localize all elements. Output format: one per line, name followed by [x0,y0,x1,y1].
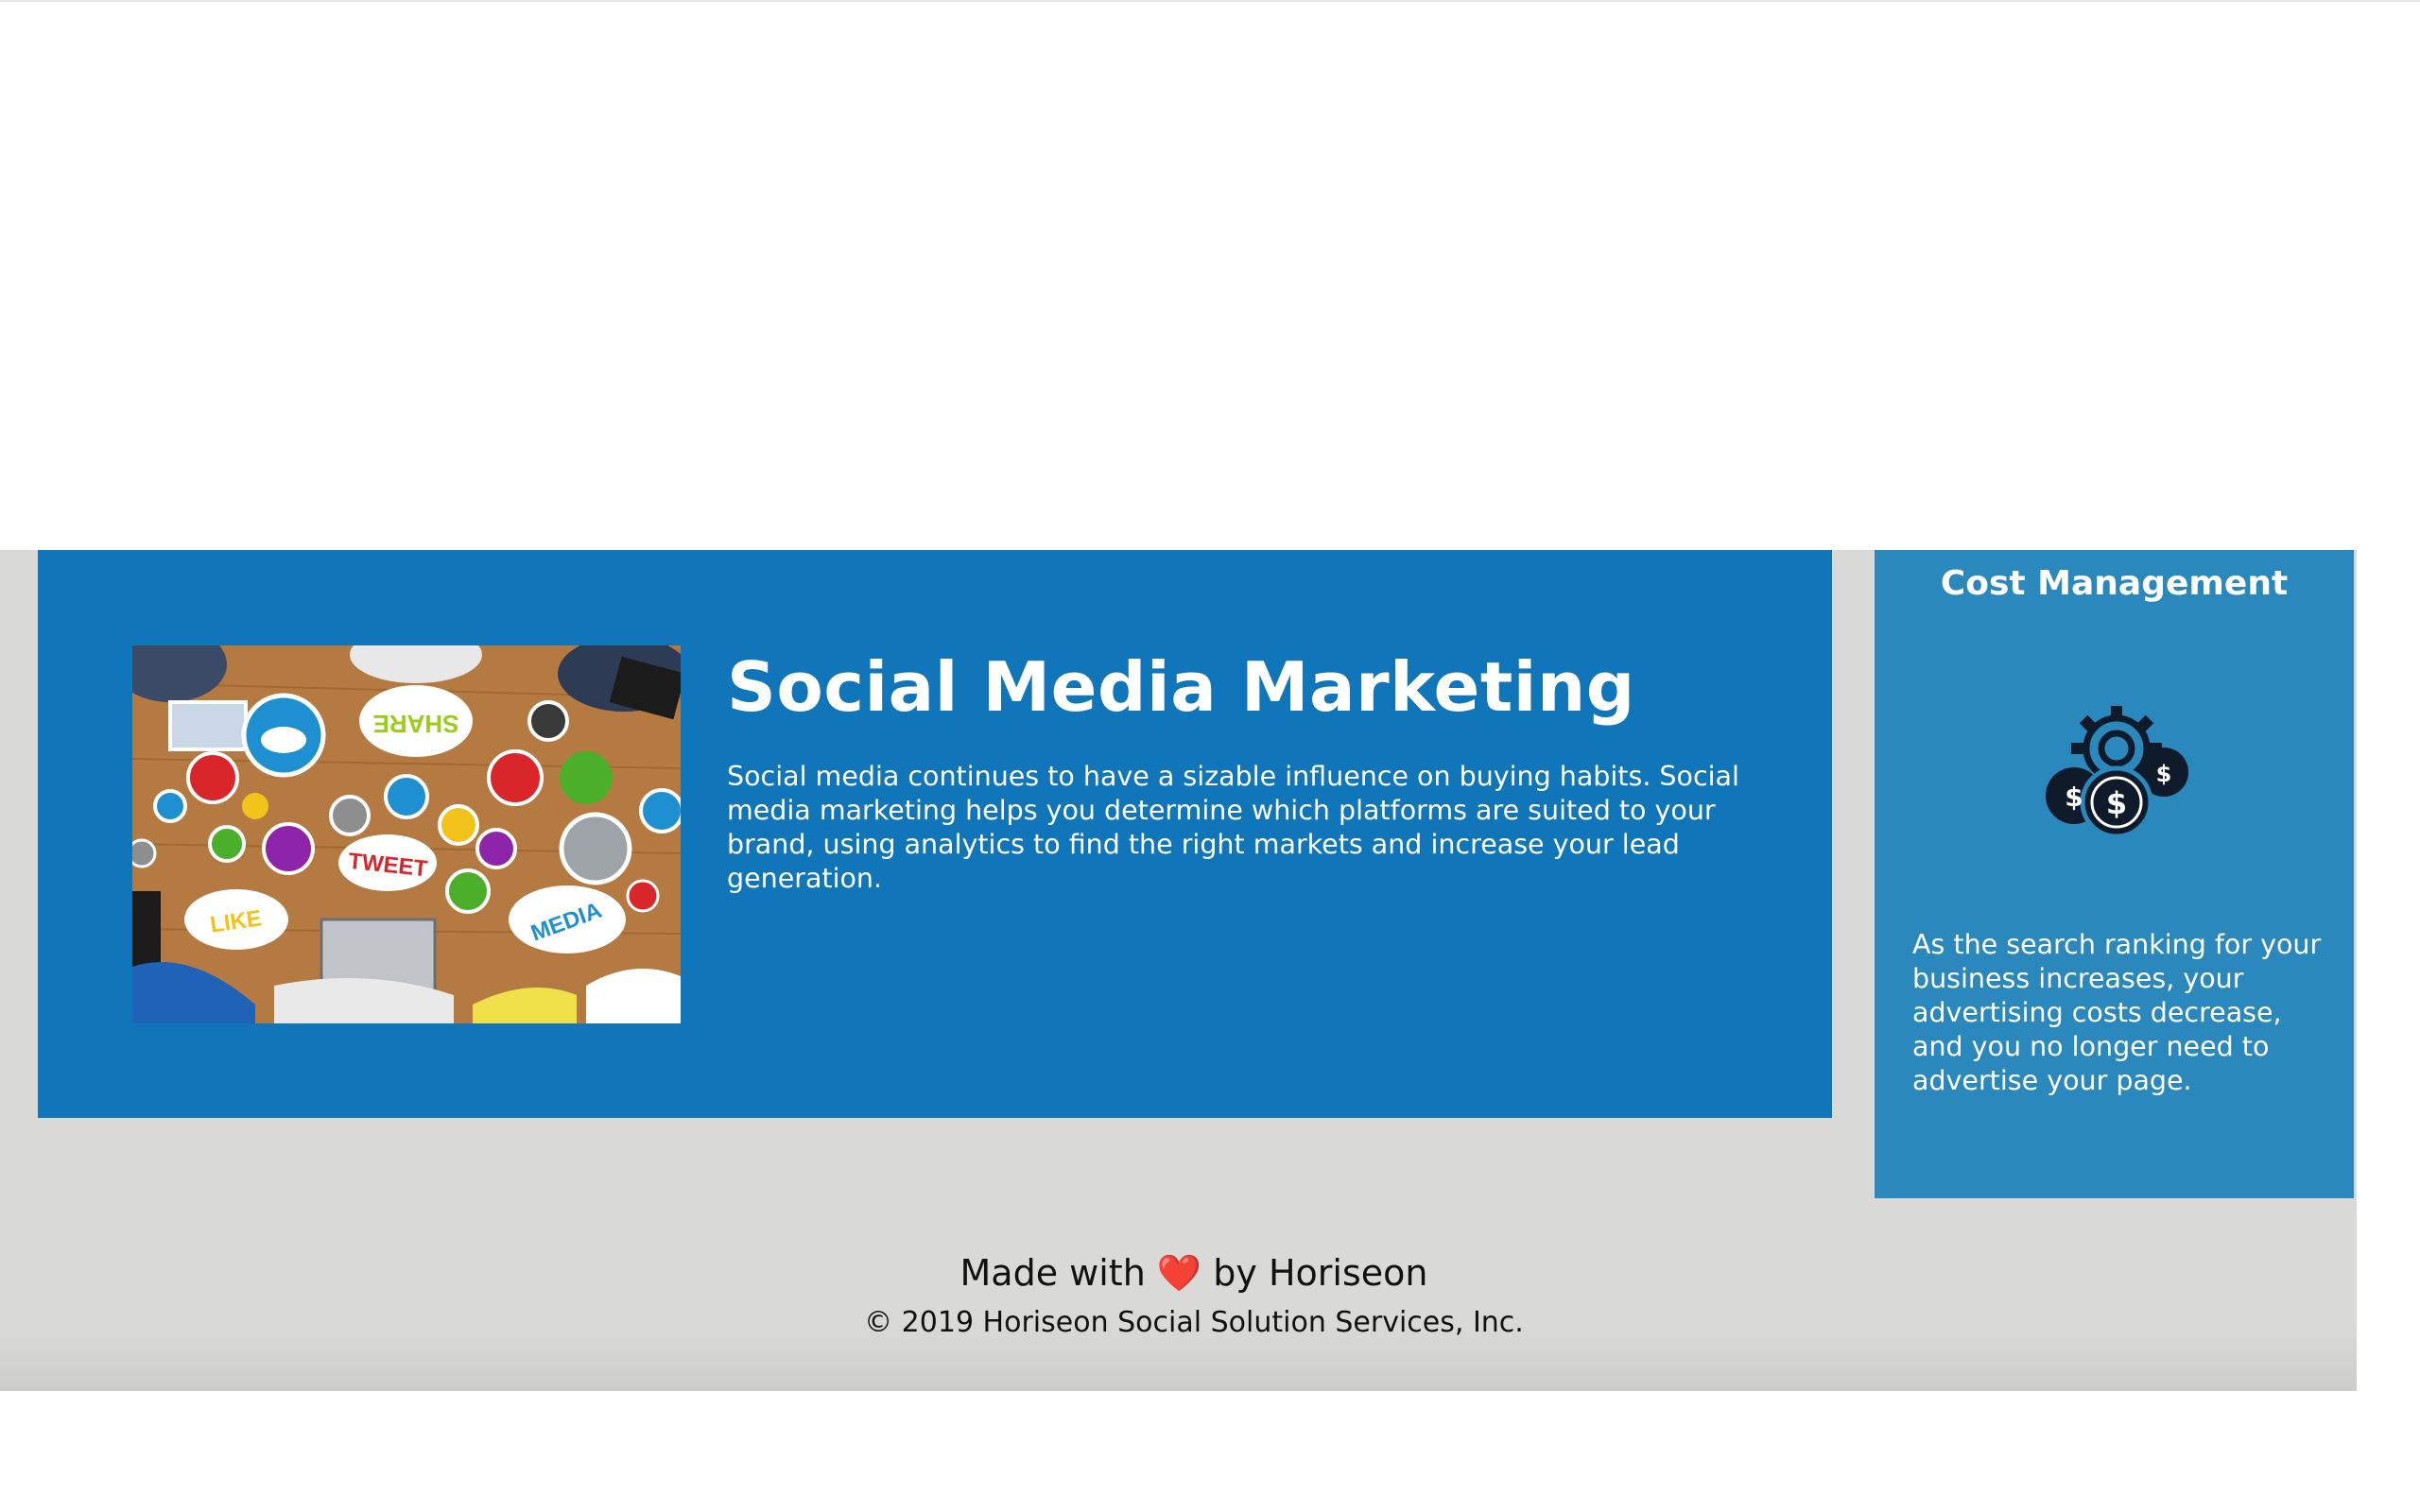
svg-text:$: $ [2065,782,2083,813]
cost-management-card: Cost Management $ $ $ As the search rank… [1875,550,2354,1198]
social-media-marketing-image: SHARE TWEET LIKE MEDIA [132,645,681,1023]
cost-management-description: As the search ranking for your business … [1912,929,2322,1096]
social-media-marketing-description: Social media continues to have a sizable… [727,761,1739,894]
footer-made-with: Made with ❤️ by Horiseon [0,1252,2388,1295]
cost-management-title: Cost Management [1940,564,2289,603]
share-label: SHARE [372,710,458,738]
heart-icon: ❤️ [1156,1252,1202,1294]
footer-made-prefix: Made with [959,1252,1146,1294]
social-media-marketing-section: SHARE TWEET LIKE MEDIA Social Media Mark… [38,550,1832,1118]
hero-area [0,2,2420,550]
svg-text:$: $ [2106,785,2127,821]
social-media-marketing-title: Social Media Marketing [727,647,1635,727]
footer-made-suffix: by Horiseon [1213,1252,1428,1294]
cost-management-icon: $ $ $ [2046,706,2188,838]
footer-copyright: © 2019 Horiseon Social Solution Services… [864,1306,1524,1339]
svg-text:$: $ [2156,761,2172,787]
